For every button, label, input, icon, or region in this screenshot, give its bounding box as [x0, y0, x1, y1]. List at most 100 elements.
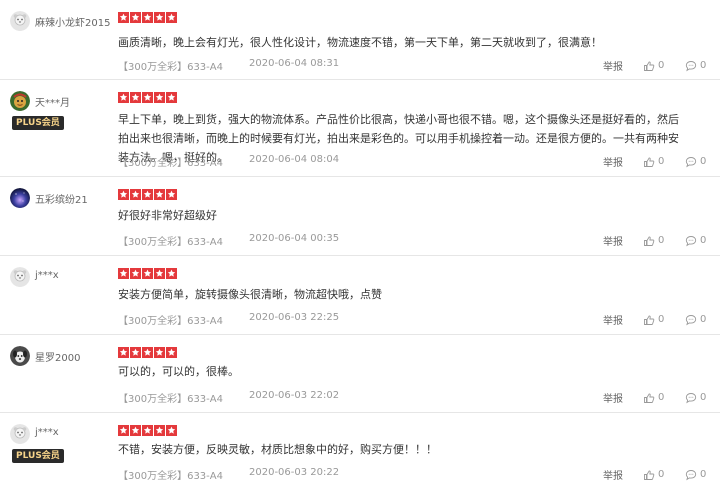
thumbs-up-icon [644, 60, 655, 71]
report-button[interactable]: 举报 [603, 154, 633, 169]
report-button[interactable]: 举报 [603, 58, 633, 73]
like-button[interactable]: 0 [643, 60, 664, 72]
like-button[interactable]: 0 [643, 314, 664, 326]
star-icon [130, 189, 141, 200]
reviewer-info: 星罗2000 [10, 346, 110, 386]
star-icon [130, 268, 141, 279]
thumbs-up-icon [644, 235, 655, 246]
star-icon [130, 12, 141, 23]
like-button[interactable]: 0 [643, 469, 664, 481]
like-count: 0 [658, 314, 665, 325]
username[interactable]: j***x [35, 427, 59, 438]
like-button[interactable]: 0 [643, 392, 664, 404]
review-meta: 【300万全彩】633-A4 2020-06-03 22:02 [118, 390, 339, 405]
thumbs-up-icon [644, 469, 655, 480]
product-variant: 【300万全彩】633-A4 [118, 316, 223, 327]
report-button[interactable]: 举报 [603, 390, 633, 405]
star-icon [166, 425, 177, 436]
star-icon [142, 268, 153, 279]
star-icon [118, 189, 129, 200]
like-count: 0 [658, 469, 665, 480]
star-icon [166, 268, 177, 279]
cartoon-avatar-icon[interactable] [10, 91, 30, 111]
star-icon [166, 12, 177, 23]
report-button[interactable]: 举报 [603, 467, 633, 482]
like-count: 0 [658, 60, 665, 71]
reply-button[interactable]: 0 [685, 156, 706, 168]
star-icon [154, 425, 165, 436]
username[interactable]: j***x [35, 270, 59, 281]
star-icon [142, 12, 153, 23]
reply-button[interactable]: 0 [685, 235, 706, 247]
like-button[interactable]: 0 [643, 156, 664, 168]
default-avatar-icon[interactable] [10, 267, 30, 287]
like-count: 0 [658, 156, 665, 167]
reply-count: 0 [700, 60, 707, 71]
comment-icon [685, 392, 697, 403]
star-icon [118, 268, 129, 279]
product-variant: 【300万全彩】633-A4 [118, 471, 223, 482]
reply-button[interactable]: 0 [685, 60, 706, 72]
report-button[interactable]: 举报 [603, 312, 633, 327]
username[interactable]: 天***月 [35, 94, 70, 109]
star-icon [154, 268, 165, 279]
review-actions: 举报 0 0 [603, 467, 706, 482]
reviewer-info: 麻辣小龙虾2015 [10, 11, 110, 51]
comment-icon [685, 60, 697, 71]
plus-member-badge: PLUS会员 [12, 116, 64, 130]
review-actions: 举报 0 0 [603, 233, 706, 248]
review-date: 2020-06-04 08:04 [249, 154, 340, 165]
report-button[interactable]: 举报 [603, 233, 633, 248]
like-count: 0 [658, 392, 665, 403]
reply-count: 0 [700, 235, 707, 246]
star-icon [142, 425, 153, 436]
review-actions: 举报 0 0 [603, 390, 706, 405]
plus-member-badge: PLUS会员 [12, 449, 64, 463]
reply-count: 0 [700, 156, 707, 167]
review-actions: 举报 0 0 [603, 58, 706, 73]
review-text: 可以的，可以的，很棒。 [118, 365, 239, 378]
review-meta: 【300万全彩】633-A4 2020-06-04 08:31 [118, 58, 339, 73]
star-icon [130, 347, 141, 358]
product-variant: 【300万全彩】633-A4 [118, 237, 223, 248]
star-rating [118, 12, 177, 24]
star-icon [130, 92, 141, 103]
reply-count: 0 [700, 314, 707, 325]
review-item: j***x PLUS会员 不错，安装方便，反映灵敏，材质比想象中的好，购买方便！… [0, 413, 720, 483]
review-actions: 举报 0 0 [603, 312, 706, 327]
comment-icon [685, 235, 697, 246]
reply-button[interactable]: 0 [685, 392, 706, 404]
star-rating [118, 347, 177, 359]
star-icon [166, 347, 177, 358]
review-list: 麻辣小龙虾2015 画质清晰，晚上会有灯光，很人性化设计，物流速度不错，第一天下… [0, 0, 720, 483]
review-date: 2020-06-03 22:02 [249, 390, 340, 401]
star-icon [142, 92, 153, 103]
star-icon [154, 189, 165, 200]
reply-button[interactable]: 0 [685, 314, 706, 326]
star-icon [118, 12, 129, 23]
default-avatar-icon[interactable] [10, 424, 30, 444]
dog-avatar-icon[interactable] [10, 346, 30, 366]
username[interactable]: 星罗2000 [35, 349, 80, 364]
comment-icon [685, 469, 697, 480]
review-meta: 【300万全彩】633-A4 2020-06-03 20:22 [118, 467, 339, 482]
review-item: 星罗2000 可以的，可以的，很棒。 【300万全彩】633-A4 2020-0… [0, 335, 720, 413]
review-item: j***x 安装方便简单，旋转摄像头很清晰，物流超快哦，点赞 【300万全彩】6… [0, 256, 720, 335]
username[interactable]: 麻辣小龙虾2015 [35, 14, 110, 29]
reply-count: 0 [700, 392, 707, 403]
star-icon [118, 347, 129, 358]
default-avatar-icon[interactable] [10, 11, 30, 31]
star-icon [166, 189, 177, 200]
galaxy-avatar-icon[interactable] [10, 188, 30, 208]
username[interactable]: 五彩缤纷21 [35, 191, 88, 206]
star-icon [154, 347, 165, 358]
reply-count: 0 [700, 469, 707, 480]
like-count: 0 [658, 235, 665, 246]
reply-button[interactable]: 0 [685, 469, 706, 481]
star-icon [166, 92, 177, 103]
review-date: 2020-06-04 08:31 [249, 58, 340, 69]
star-rating [118, 189, 177, 201]
review-text: 安装方便简单，旋转摄像头很清晰，物流超快哦，点赞 [118, 288, 382, 301]
review-date: 2020-06-03 22:25 [249, 312, 340, 323]
like-button[interactable]: 0 [643, 235, 664, 247]
